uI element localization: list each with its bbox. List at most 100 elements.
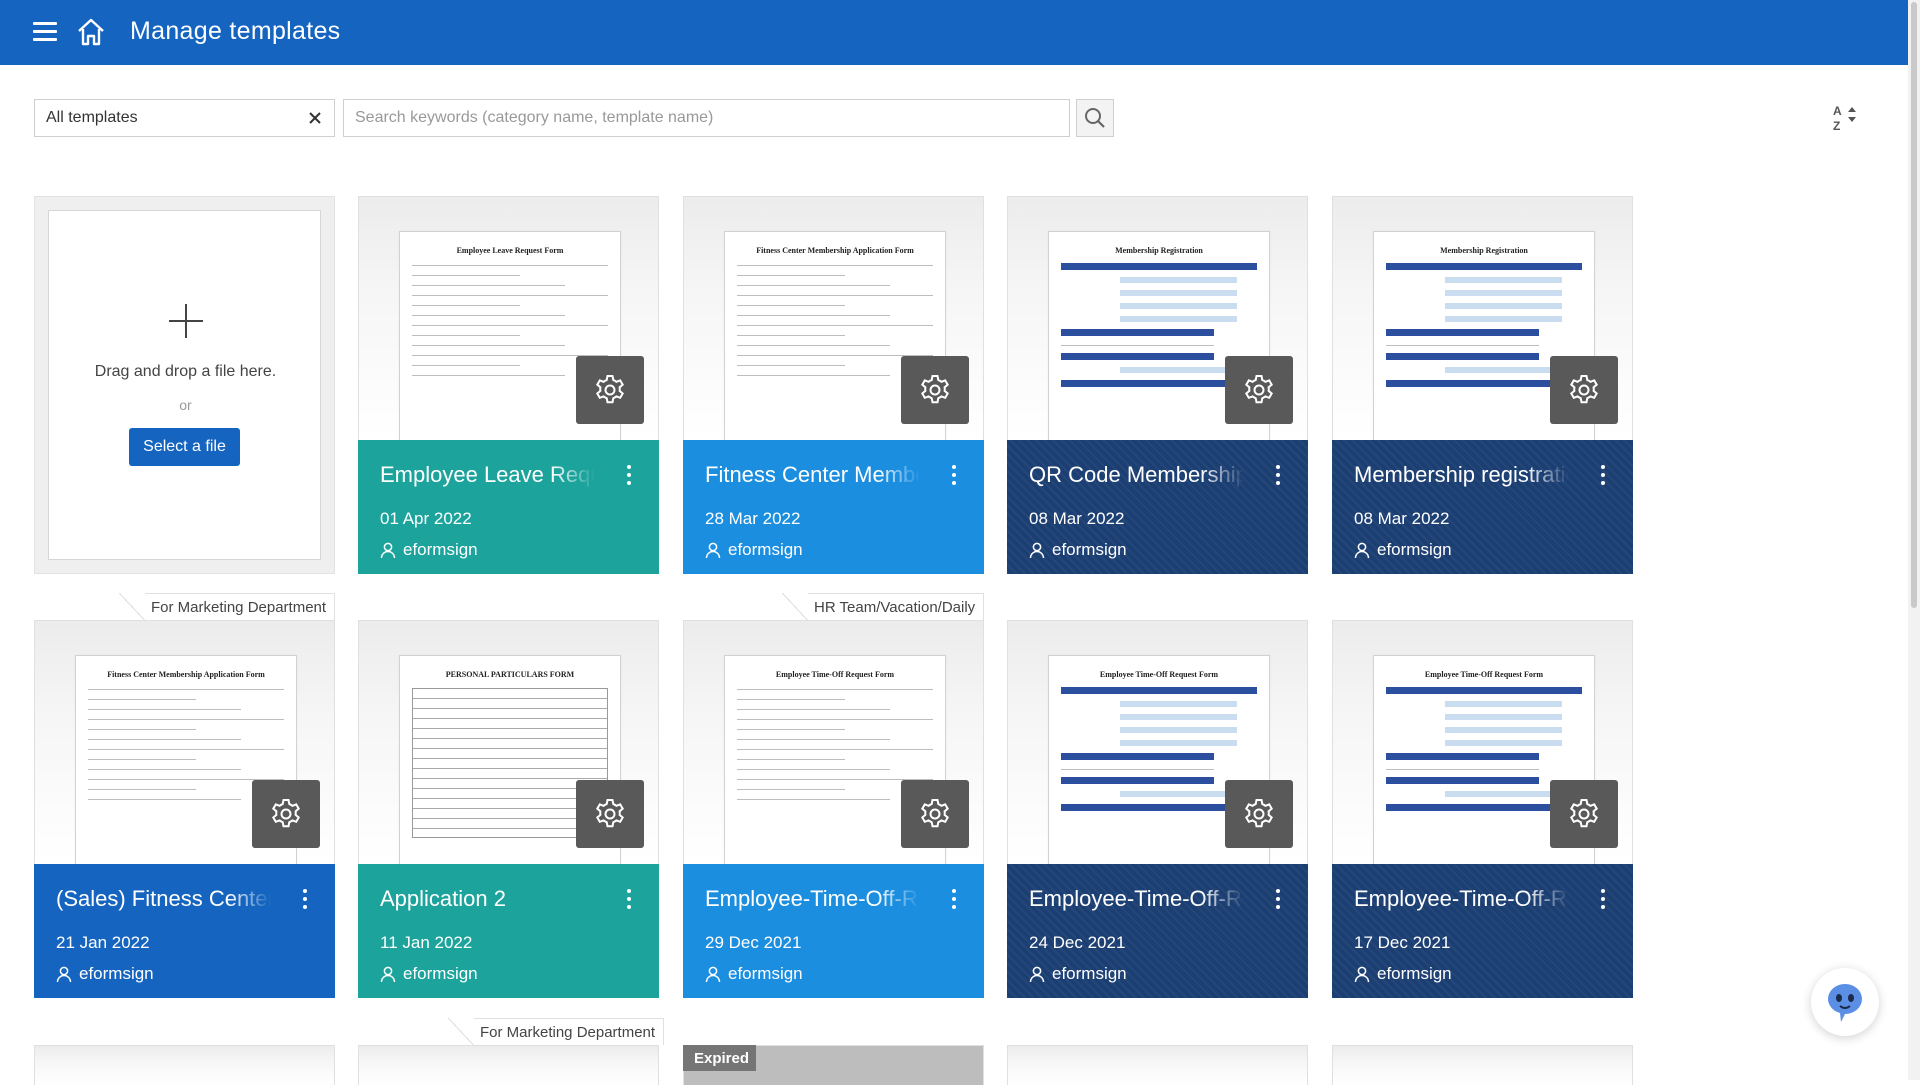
template-date: 17 Dec 2021 [1354,933,1451,952]
document-preview-title: Employee Time-Off Request Form [1099,670,1219,679]
document-preview-title: Employee Time-Off Request Form [1424,670,1544,679]
template-card-info[interactable]: (Sales) Fitness Center Membership 21 Jan… [34,864,335,998]
drop-zone[interactable]: Drag and drop a file here. or Select a f… [48,210,321,560]
template-author: eformsign [705,964,803,984]
user-icon [56,966,72,982]
template-settings-button[interactable] [252,780,320,848]
template-filter[interactable]: All templates [34,99,335,137]
template-date: 29 Dec 2021 [705,933,802,952]
user-icon [1354,542,1370,558]
more-options-icon[interactable] [1596,462,1610,488]
search-button[interactable] [1076,99,1114,137]
more-options-icon[interactable] [1596,886,1610,912]
template-card-info[interactable]: Employee-Time-Off-Request 17 Dec 2021 ef… [1332,864,1633,998]
more-options-icon[interactable] [947,886,961,912]
template-thumbnail[interactable]: Fitness Center Membership Application Fo… [34,620,335,864]
template-thumbnail[interactable] [1332,1045,1633,1085]
template-card[interactable]: Employee Time-Off Request Form Employee-… [1007,620,1308,998]
user-icon [705,966,721,982]
template-title: Employee Leave Request Form [380,462,595,487]
more-options-icon[interactable] [947,462,961,488]
template-thumbnail[interactable]: Employee Time-Off Request Form [683,620,984,864]
clear-icon[interactable] [306,109,324,127]
search-input[interactable] [344,100,1069,136]
template-settings-button[interactable] [901,356,969,424]
category-tag: For Marketing Department [118,593,336,621]
template-card[interactable]: Fitness Center Membership Application Fo… [34,620,335,998]
more-options-icon[interactable] [1271,886,1285,912]
template-settings-button[interactable] [576,356,644,424]
gear-icon [272,799,300,828]
more-options-icon[interactable] [298,886,312,912]
template-thumbnail[interactable]: Membership Registration [1332,196,1633,440]
gear-icon [1570,799,1598,828]
gear-icon [1245,375,1273,404]
template-card[interactable] [1332,1045,1633,1085]
template-settings-button[interactable] [1550,780,1618,848]
template-card[interactable]: Membership Registration Membership regis… [1332,196,1633,574]
template-date: 01 Apr 2022 [380,509,472,528]
document-preview-title: Employee Leave Request Form [456,246,564,255]
template-thumbnail[interactable]: Employee Time-Off Request Form [1007,620,1308,864]
template-title: Employee-Time-Off-Request [1029,886,1244,911]
search-field[interactable] [343,99,1070,137]
template-thumbnail[interactable] [34,1045,335,1085]
scrollbar-thumb[interactable] [1911,2,1917,608]
category-tag: For Marketing Department [447,1018,665,1046]
template-thumbnail[interactable]: PERSONAL PARTICULARS FORM [358,620,659,864]
template-card-info[interactable]: Fitness Center Membership Application Fo… [683,440,984,574]
template-card-info[interactable]: Membership registration 08 Mar 2022 efor… [1332,440,1633,574]
template-author-name: eformsign [1052,964,1127,983]
template-thumbnail[interactable]: Employee Time-Off Request Form [1332,620,1633,864]
search-icon [1085,108,1105,128]
template-thumbnail[interactable] [1007,1045,1308,1085]
template-card[interactable]: Fitness Center Membership Application Fo… [683,196,984,574]
chatbot-button[interactable] [1811,968,1879,1036]
template-card-info[interactable]: Application 2 11 Jan 2022 eformsign [358,864,659,998]
template-thumbnail[interactable]: Membership Registration [1007,196,1308,440]
template-card[interactable]: Employee Time-Off Request Form Employee-… [683,620,984,998]
template-card[interactable]: PERSONAL PARTICULARS FORM Application 2 … [358,620,659,998]
user-icon [1354,966,1370,982]
template-thumbnail[interactable]: Fitness Center Membership Application Fo… [683,196,984,440]
template-settings-button[interactable] [901,780,969,848]
sort-az-icon[interactable]: A Z [1828,100,1862,134]
template-settings-button[interactable] [576,780,644,848]
template-card-info[interactable]: Employee-Time-Off-Request 29 Dec 2021 ef… [683,864,984,998]
template-thumbnail[interactable] [358,1045,659,1085]
page-title: Manage templates [130,17,341,45]
template-title: (Sales) Fitness Center Membership [56,886,271,911]
template-settings-button[interactable] [1225,780,1293,848]
template-card[interactable] [34,1045,335,1085]
template-card[interactable]: Employee Time-Off Request Form Employee-… [1332,620,1633,998]
select-file-button[interactable]: Select a file [129,428,240,466]
template-card[interactable]: Employee Leave Request Form Employee Lea… [358,196,659,574]
more-options-icon[interactable] [1271,462,1285,488]
home-icon[interactable] [76,18,106,46]
user-icon [380,966,396,982]
template-card-info[interactable]: Employee-Time-Off-Request 24 Dec 2021 ef… [1007,864,1308,998]
template-card-info[interactable]: Employee Leave Request Form 01 Apr 2022 … [358,440,659,574]
template-card[interactable] [1007,1045,1308,1085]
template-settings-button[interactable] [1550,356,1618,424]
template-card-info[interactable]: QR Code Membership Registration 08 Mar 2… [1007,440,1308,574]
template-title: Application 2 [380,886,506,911]
more-options-icon[interactable] [622,886,636,912]
template-author: eformsign [1029,540,1127,560]
template-thumbnail[interactable]: Employee Leave Request Form [358,196,659,440]
template-date: 08 Mar 2022 [1354,509,1450,528]
scrollbar[interactable] [1908,0,1920,1080]
template-author: eformsign [380,964,478,984]
template-author: eformsign [1354,540,1452,560]
more-options-icon[interactable] [622,462,636,488]
template-author-name: eformsign [403,540,478,559]
template-card[interactable]: Membership Registration QR Code Membersh… [1007,196,1308,574]
template-card[interactable] [358,1045,659,1085]
template-date: 21 Jan 2022 [56,933,150,952]
template-date: 28 Mar 2022 [705,509,801,528]
menu-icon[interactable] [33,22,57,42]
template-author: eformsign [380,540,478,560]
document-preview-title: Membership Registration [1115,246,1203,255]
document-preview-title: Employee Time-Off Request Form [775,670,895,679]
template-settings-button[interactable] [1225,356,1293,424]
